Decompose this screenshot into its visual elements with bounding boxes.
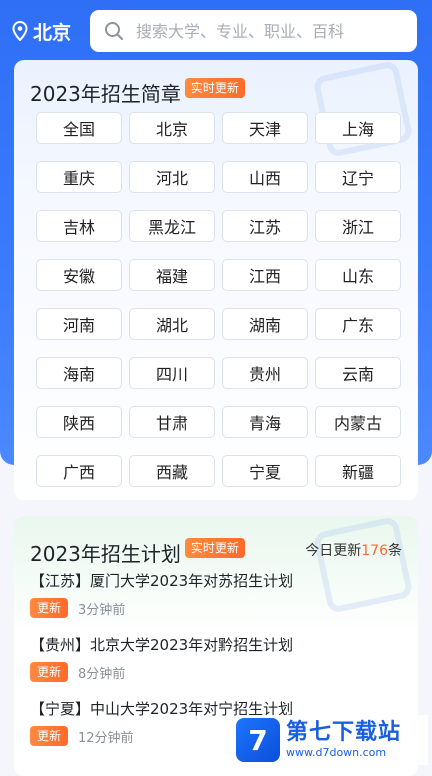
province-button[interactable]: 陕西 [36,406,122,438]
province-button[interactable]: 山东 [315,259,401,291]
plan-item-meta: 更新 3分钟前 [30,598,410,618]
province-button[interactable]: 河北 [129,161,215,193]
province-button[interactable]: 山西 [222,161,308,193]
province-button[interactable]: 新疆 [315,455,401,487]
province-button[interactable]: 浙江 [315,210,401,242]
province-button[interactable]: 云南 [315,357,401,389]
province-button[interactable]: 四川 [129,357,215,389]
site-watermark: 7 第七下载站 www.d7down.com [236,715,428,765]
watermark-name: 第七下载站 [286,720,402,745]
province-button[interactable]: 广东 [315,308,401,340]
plan-item-meta: 更新 8分钟前 [30,662,410,682]
update-tag: 更新 [30,598,69,618]
plan-title: 2023年招生计划 [30,542,181,566]
watermark-url: www.d7down.com [286,746,387,759]
province-button[interactable]: 江西 [222,259,308,291]
updated-number: 176 [361,543,388,559]
plan-item-title: 【江苏】厦门大学2023年对苏招生计划 [30,572,294,590]
province-button[interactable]: 天津 [222,112,308,144]
province-button[interactable]: 海南 [36,357,122,389]
province-button[interactable]: 贵州 [222,357,308,389]
realtime-badge: 实时更新 [184,537,245,558]
province-button[interactable]: 重庆 [36,161,122,193]
location-label: 北京 [33,21,72,44]
location-selector[interactable]: 北京 [12,14,71,48]
province-button[interactable]: 辽宁 [315,161,401,193]
app-header: 北京 [0,0,432,62]
search-input[interactable] [134,20,398,42]
province-button[interactable]: 河南 [36,308,122,340]
plan-title-row: 2023年招生计划 实时更新 [30,537,245,567]
province-button[interactable]: 湖南 [222,308,308,340]
province-button[interactable]: 甘肃 [129,406,215,438]
province-button[interactable]: 福建 [129,259,215,291]
brochure-title: 2023年招生简章 [30,82,181,106]
watermark-logo: 7 [236,718,280,762]
province-button[interactable]: 宁夏 [222,455,308,487]
province-button[interactable]: 安徽 [36,259,122,291]
province-button[interactable]: 上海 [315,112,401,144]
search-icon [105,22,123,40]
update-time: 8分钟前 [78,666,126,682]
brochure-title-row: 2023年招生简章 实时更新 [30,77,245,107]
province-button[interactable]: 内蒙古 [315,406,401,438]
update-time: 3分钟前 [78,602,126,618]
province-button[interactable]: 江苏 [222,210,308,242]
today-updated-count: 今日更新176条 [305,543,402,559]
search-bar[interactable] [90,10,417,52]
province-button[interactable]: 吉林 [36,210,122,242]
plan-list-item[interactable]: 【江苏】厦门大学2023年对苏招生计划 更新 3分钟前 [30,570,410,634]
update-tag: 更新 [30,726,69,746]
province-button[interactable]: 青海 [222,406,308,438]
update-time: 12分钟前 [78,730,134,746]
province-grid: 全国 北京 天津 上海 重庆 河北 山西 辽宁 吉林 黑龙江 江苏 浙江 安徽 福建 江西 山东 河南 湖北 湖南广… [36,112,402,487]
plan-item-title: 【贵州】北京大学2023年对黔招生计划 [30,636,294,654]
province-button[interactable]: 北京 [129,112,215,144]
update-tag: 更新 [30,662,69,682]
province-button[interactable]: 广西 [36,455,122,487]
province-button[interactable]: 全国 [36,112,122,144]
province-button[interactable]: 黑龙江 [129,210,215,242]
province-button[interactable]: 西藏 [129,455,215,487]
location-pin-icon [12,21,28,41]
plan-list-item[interactable]: 【贵州】北京大学2023年对黔招生计划 更新 8分钟前 [30,634,410,698]
province-button[interactable]: 湖北 [129,308,215,340]
realtime-badge: 实时更新 [184,77,245,98]
brochure-card: 2023年招生简章 实时更新 全国 北京 天津 上海重庆 河北 山西 辽宁吉林 黑龙江 江苏 浙江… [14,60,418,500]
